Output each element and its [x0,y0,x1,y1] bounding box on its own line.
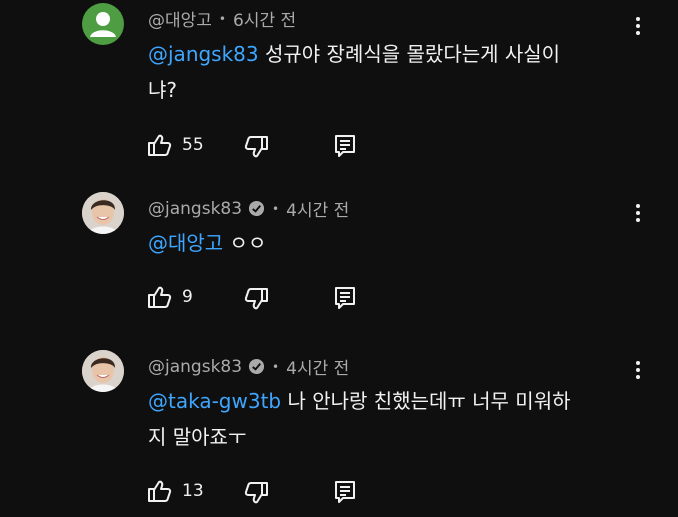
comment-header: @jangsk83 • 4시간 전 [148,196,349,222]
like-icon[interactable] [146,132,172,158]
more-options-icon [636,17,640,35]
like-count: 9 [182,287,193,307]
verified-icon [248,358,265,375]
comment-text: @jangsk83 성규야 장례식을 몰랐다는게 사실이 냐? [148,36,628,108]
timestamp[interactable]: 4시간 전 [286,196,349,221]
dislike-icon[interactable] [244,134,270,160]
comment-line: 지 말아죠ㅜ [148,425,247,449]
comment-line: 냐? [148,78,178,102]
comment-actions: 55 [146,132,386,162]
separator-dot: • [272,201,280,216]
dislike-icon[interactable] [244,480,270,506]
more-options-button[interactable] [630,201,646,225]
like-icon[interactable] [146,478,172,504]
comment-text: @대앙고 ㅇㅇ [148,225,628,261]
comment-actions: 9 [146,284,386,314]
more-options-button[interactable] [630,14,646,38]
author-name[interactable]: @jangsk83 [148,357,242,377]
timestamp[interactable]: 4시간 전 [286,354,349,379]
more-options-icon [636,204,640,222]
comment-line: @taka-gw3tb 나 안나랑 친했는데ㅠ 너무 미워하 [148,383,628,419]
comment-text: @taka-gw3tb 나 안나랑 친했는데ㅠ 너무 미워하 지 말아죠ㅜ [148,383,628,455]
separator-dot: • [272,359,280,374]
dislike-icon[interactable] [244,286,270,312]
avatar[interactable] [82,3,124,45]
default-avatar-icon [90,12,116,37]
like-icon[interactable] [146,284,172,310]
like-count: 55 [182,135,204,155]
avatar[interactable] [82,192,124,234]
profile-photo-icon [82,192,124,234]
comment-header: @jangsk83 • 4시간 전 [148,354,349,380]
comment-actions: 13 [146,478,386,508]
more-options-icon [636,361,640,379]
reply-icon[interactable] [332,133,358,159]
mention-link[interactable]: @대앙고 [148,231,223,255]
comment-body: ㅇㅇ [223,231,267,255]
profile-photo-icon [82,350,124,392]
comment-body: 나 안나랑 친했는데ㅠ 너무 미워하 [281,389,571,413]
mention-link[interactable]: @taka-gw3tb [148,389,281,413]
comment-line: @jangsk83 성규야 장례식을 몰랐다는게 사실이 [148,36,628,72]
reply-icon[interactable] [332,285,358,311]
more-options-button[interactable] [630,358,646,382]
author-name[interactable]: @jangsk83 [148,199,242,219]
verified-icon [248,200,265,217]
comment-line: @대앙고 ㅇㅇ [148,225,628,261]
separator-dot: • [218,11,226,26]
comment-body: 성규야 장례식을 몰랐다는게 사실이 [258,42,561,66]
avatar[interactable] [82,350,124,392]
mention-link[interactable]: @jangsk83 [148,42,259,66]
reply-icon[interactable] [332,479,358,505]
comment-header: @대앙고 • 6시간 전 [148,6,296,31]
author-name[interactable]: @대앙고 [148,6,212,31]
like-count: 13 [182,481,204,501]
timestamp[interactable]: 6시간 전 [233,6,296,31]
